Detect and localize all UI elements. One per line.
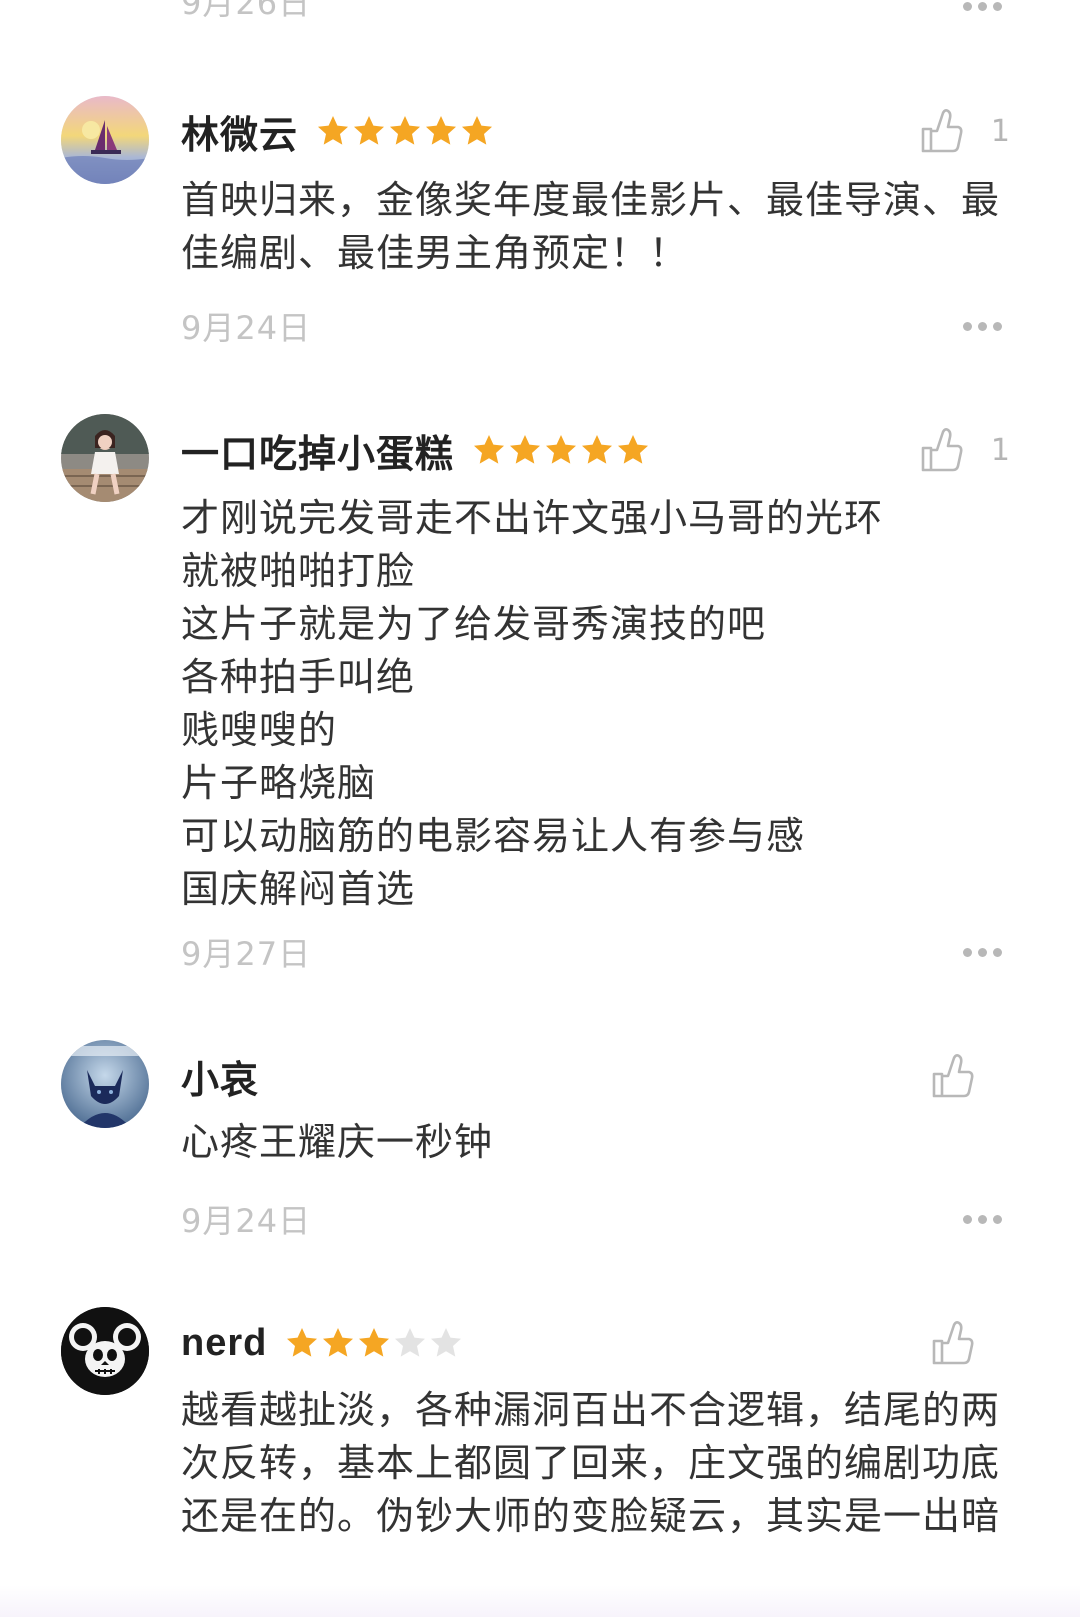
thumbs-up-icon[interactable] (930, 1052, 974, 1100)
star-filled-icon (352, 114, 388, 148)
username[interactable]: nerd (181, 1322, 267, 1365)
star-empty-icon (393, 1326, 429, 1360)
star-filled-icon (544, 433, 580, 467)
comment-list-page: 9月26日 林微云 1 首映归来，金像奖年度最佳影片、最佳导演、最 佳编剧、最佳… (0, 0, 1080, 1617)
name-row: 一口吃掉小蛋糕 (181, 422, 652, 478)
star-filled-icon (316, 114, 352, 148)
username[interactable]: 小哀 (181, 1049, 259, 1104)
avatar[interactable] (61, 96, 149, 184)
like-button[interactable] (930, 1048, 974, 1104)
bottom-edge (0, 1585, 1080, 1617)
star-filled-icon (388, 114, 424, 148)
comment-date: 9月24日 (181, 1202, 312, 1240)
star-filled-icon (580, 433, 616, 467)
comment-date: 9月26日 (181, 0, 312, 22)
comment-text: 心疼王耀庆一秒钟 (181, 1120, 494, 1164)
comment-text: 越看越扯淡，各种漏洞百出不合逻辑，结尾的两 次反转，基本上都圆了回来，庄文强的编… (181, 1388, 1001, 1538)
star-filled-icon (508, 433, 544, 467)
name-row: nerd (181, 1315, 465, 1371)
comment-date: 9月27日 (181, 935, 312, 973)
more-options-icon[interactable] (963, 322, 1002, 331)
like-button[interactable]: 1 (919, 422, 1010, 478)
more-options-icon[interactable] (963, 948, 1002, 957)
avatar[interactable] (61, 1040, 149, 1128)
star-filled-icon (321, 1326, 357, 1360)
comment-text: 才刚说完发哥走不出许文强小马哥的光环 就被啪啪打脸 这片子就是为了给发哥秀演技的… (181, 496, 884, 911)
name-row: 小哀 (181, 1048, 259, 1104)
like-count: 1 (990, 432, 1010, 468)
star-filled-icon (460, 114, 496, 148)
name-row: 林微云 (181, 103, 496, 159)
star-empty-icon (429, 1326, 465, 1360)
username[interactable]: 一口吃掉小蛋糕 (181, 423, 454, 478)
like-button[interactable]: 1 (919, 103, 1010, 159)
star-filled-icon (424, 114, 460, 148)
thumbs-up-icon[interactable] (919, 107, 963, 155)
star-filled-icon (472, 433, 508, 467)
star-filled-icon (616, 433, 652, 467)
avatar[interactable] (61, 414, 149, 502)
like-button[interactable] (930, 1315, 974, 1371)
more-options-icon[interactable] (963, 2, 1002, 11)
username[interactable]: 林微云 (181, 104, 298, 159)
more-options-icon[interactable] (963, 1215, 1002, 1224)
star-filled-icon (285, 1326, 321, 1360)
avatar[interactable] (61, 1307, 149, 1395)
comment-date: 9月24日 (181, 309, 312, 347)
star-filled-icon (357, 1326, 393, 1360)
thumbs-up-icon[interactable] (930, 1319, 974, 1367)
comment-text: 首映归来，金像奖年度最佳影片、最佳导演、最 佳编剧、最佳男主角预定！！ (181, 178, 1001, 275)
rating-stars (472, 433, 652, 467)
rating-stars (316, 114, 496, 148)
thumbs-up-icon[interactable] (919, 426, 963, 474)
like-count: 1 (990, 113, 1010, 149)
rating-stars (285, 1326, 465, 1360)
